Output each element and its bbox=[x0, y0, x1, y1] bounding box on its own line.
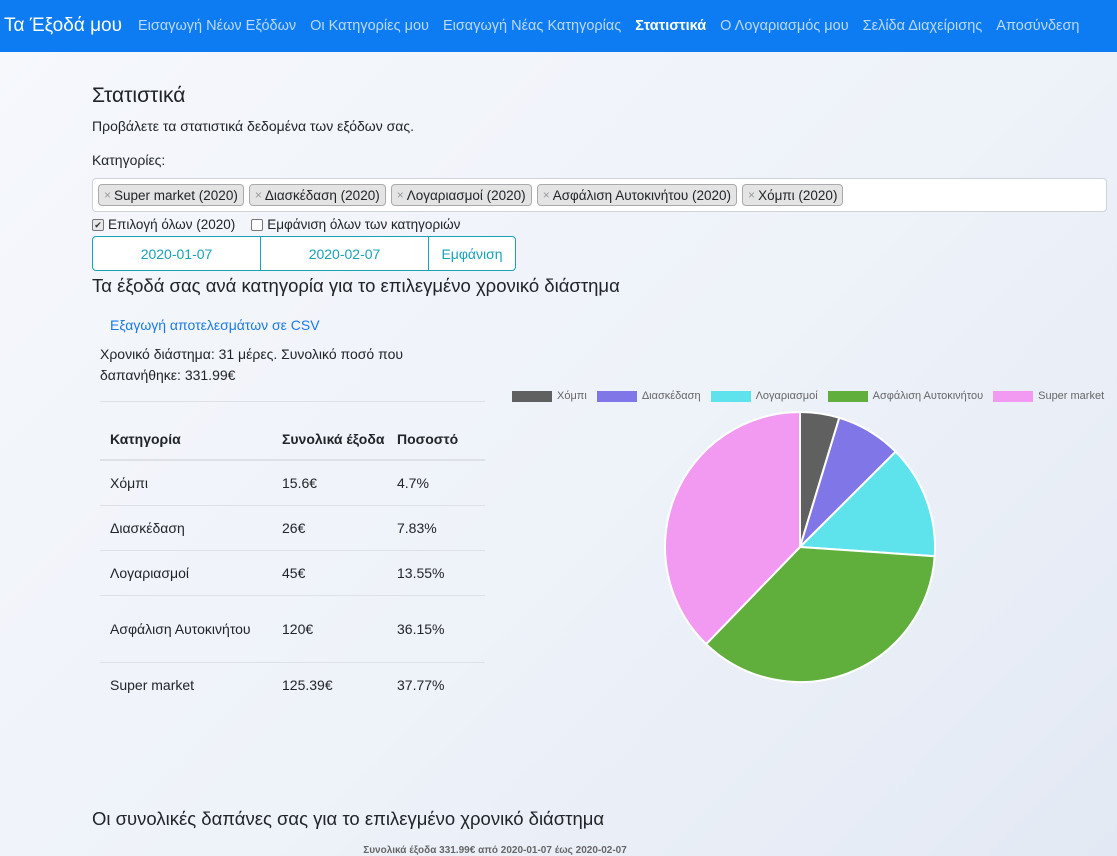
pie-chart-legend: Χόμπι Διασκέδαση Λογαριασμοί Ασφάλιση Αυτοκ… bbox=[512, 390, 1114, 402]
page-subtitle: Προβάλετε τα στατιστικά δεδομένα των εξό… bbox=[92, 118, 414, 134]
table-cell-category: Χόμπι bbox=[100, 459, 272, 506]
table-cell-category: Λογαριασμοί bbox=[100, 550, 272, 596]
date-to-input[interactable]: 2020-02-07 bbox=[261, 237, 429, 270]
table-cell-total: 125.39€ bbox=[272, 662, 387, 708]
table-cell-total: 26€ bbox=[272, 505, 387, 551]
category-tag: × Super market (2020) bbox=[98, 184, 244, 206]
legend-label: Λογαριασμοί bbox=[755, 390, 818, 402]
table-row: Λογαριασμοί 45€ 13.55% bbox=[100, 550, 485, 596]
section-title-by-category: Τα έξοδά σας ανά κατηγορία για το επιλεγ… bbox=[92, 275, 620, 296]
expenses-table: Κατηγορία Συνολικά έξοδα Ποσοστό Χόμπι 1… bbox=[100, 401, 485, 708]
category-tag: × Λογαριασμοί (2020) bbox=[390, 184, 532, 206]
category-tag-label: Super market (2020) bbox=[114, 187, 238, 203]
table-cell-total: 45€ bbox=[272, 550, 387, 596]
category-tag: × Χόμπι (2020) bbox=[742, 184, 844, 206]
categories-label: Κατηγορίες: bbox=[92, 152, 166, 168]
nav-link-new-category[interactable]: Εισαγωγή Νέας Κατηγορίας bbox=[443, 18, 621, 34]
legend-label: Super market bbox=[1038, 390, 1105, 402]
remove-tag-icon[interactable]: × bbox=[255, 188, 262, 202]
category-tag-label: Ασφάλιση Αυτοκινήτου (2020) bbox=[552, 187, 732, 203]
legend-item[interactable]: Λογαριασμοί bbox=[710, 390, 818, 402]
table-cell-percentage: 36.15% bbox=[387, 595, 485, 663]
legend-item[interactable]: Διασκέδαση bbox=[596, 390, 701, 402]
remove-tag-icon[interactable]: × bbox=[104, 188, 111, 202]
show-all-categories-label[interactable]: Εμφάνιση όλων των κατηγοριών bbox=[267, 217, 460, 232]
table-cell-percentage: 13.55% bbox=[387, 550, 485, 596]
brand[interactable]: Τα Έξοδά μου bbox=[4, 15, 122, 37]
legend-item[interactable]: Ασφάλιση Αυτοκινήτου bbox=[827, 390, 984, 402]
table-row: Ασφάλιση Αυτοκινήτου 120€ 36.15% bbox=[100, 595, 485, 663]
table-row: Super market 125.39€ 37.77% bbox=[100, 662, 485, 708]
table-cell-percentage: 7.83% bbox=[387, 505, 485, 551]
table-cell-category: Ασφάλιση Αυτοκινήτου bbox=[100, 595, 272, 663]
date-range-group: 2020-01-07 2020-02-07 Εμφάνιση bbox=[92, 236, 516, 271]
category-tag: × Διασκέδαση (2020) bbox=[248, 184, 386, 206]
legend-swatch bbox=[827, 390, 868, 402]
legend-swatch bbox=[512, 390, 552, 402]
legend-swatch bbox=[993, 390, 1034, 402]
category-tag-label: Λογαριασμοί (2020) bbox=[406, 187, 526, 203]
remove-tag-icon[interactable]: × bbox=[397, 188, 404, 202]
checkbox-row: ✔ Επιλογή όλων (2020) Εμφάνιση όλων των … bbox=[92, 217, 460, 232]
show-button[interactable]: Εμφάνιση bbox=[429, 237, 515, 270]
nav-link-statistics[interactable]: Στατιστικά bbox=[635, 18, 706, 34]
category-tag: × Ασφάλιση Αυτοκινήτου (2020) bbox=[536, 184, 738, 206]
table-header-percentage: Ποσοστό bbox=[387, 401, 485, 461]
nav-link-admin-page[interactable]: Σελίδα Διαχείρισης bbox=[863, 18, 983, 34]
nav-link-new-expenses[interactable]: Εισαγωγή Νέων Εξόδων bbox=[138, 18, 296, 34]
legend-swatch bbox=[596, 390, 637, 402]
date-from-input[interactable]: 2020-01-07 bbox=[93, 237, 261, 270]
table-cell-total: 120€ bbox=[272, 595, 387, 663]
remove-tag-icon[interactable]: × bbox=[543, 188, 550, 202]
table-cell-percentage: 4.7% bbox=[387, 459, 485, 506]
legend-swatch bbox=[710, 390, 751, 402]
table-cell-category: Διασκέδαση bbox=[100, 505, 272, 551]
category-tag-label: Διασκέδαση (2020) bbox=[264, 187, 380, 203]
export-csv-link[interactable]: Εξαγωγή αποτελεσμάτων σε CSV bbox=[110, 317, 320, 333]
category-tag-label: Χόμπι (2020) bbox=[758, 187, 838, 203]
section-title-total-expenses: Οι συνολικές δαπάνες σας για το επιλεγμέ… bbox=[92, 808, 605, 829]
show-all-categories-checkbox[interactable] bbox=[251, 218, 264, 231]
table-header-total: Συνολικά έξοδα bbox=[272, 401, 387, 461]
nav-link-my-categories[interactable]: Οι Κατηγορίες μου bbox=[310, 18, 429, 34]
table-row: Χόμπι 15.6€ 4.7% bbox=[100, 459, 485, 506]
period-summary-text: Χρονικό διάστημα: 31 μέρες. Συνολικό ποσ… bbox=[100, 346, 404, 383]
legend-item[interactable]: Super market bbox=[993, 390, 1104, 402]
pie-chart bbox=[664, 410, 937, 683]
table-cell-total: 15.6€ bbox=[272, 459, 387, 506]
nav-link-my-account[interactable]: Ο Λογαριασμός μου bbox=[720, 18, 848, 34]
navbar: Τα Έξοδά μου Εισαγωγή Νέων Εξόδων Οι Κατ… bbox=[0, 0, 1117, 52]
table-header-category: Κατηγορία bbox=[100, 401, 272, 461]
legend-label: Χόμπι bbox=[557, 390, 587, 402]
legend-item[interactable]: Χόμπι bbox=[512, 390, 587, 402]
total-chart-title: Συνολικά έξοδα 331.99€ από 2020-01-07 έω… bbox=[363, 845, 627, 856]
table-cell-category: Super market bbox=[100, 662, 272, 708]
categories-multiselect[interactable]: × Super market (2020) × Διασκέδαση (2020) … bbox=[92, 178, 1107, 212]
legend-label: Ασφάλιση Αυτοκινήτου bbox=[872, 390, 984, 402]
select-all-checkbox[interactable]: ✔ bbox=[92, 218, 104, 231]
table-row: Διασκέδαση 26€ 7.83% bbox=[100, 505, 485, 551]
select-all-label[interactable]: Επιλογή όλων (2020) bbox=[108, 217, 235, 232]
remove-tag-icon[interactable]: × bbox=[748, 188, 755, 202]
legend-label: Διασκέδαση bbox=[641, 390, 701, 402]
table-cell-percentage: 37.77% bbox=[387, 662, 485, 708]
page-title: Στατιστικά bbox=[92, 84, 186, 107]
nav-link-logout[interactable]: Αποσύνδεση bbox=[996, 18, 1079, 34]
